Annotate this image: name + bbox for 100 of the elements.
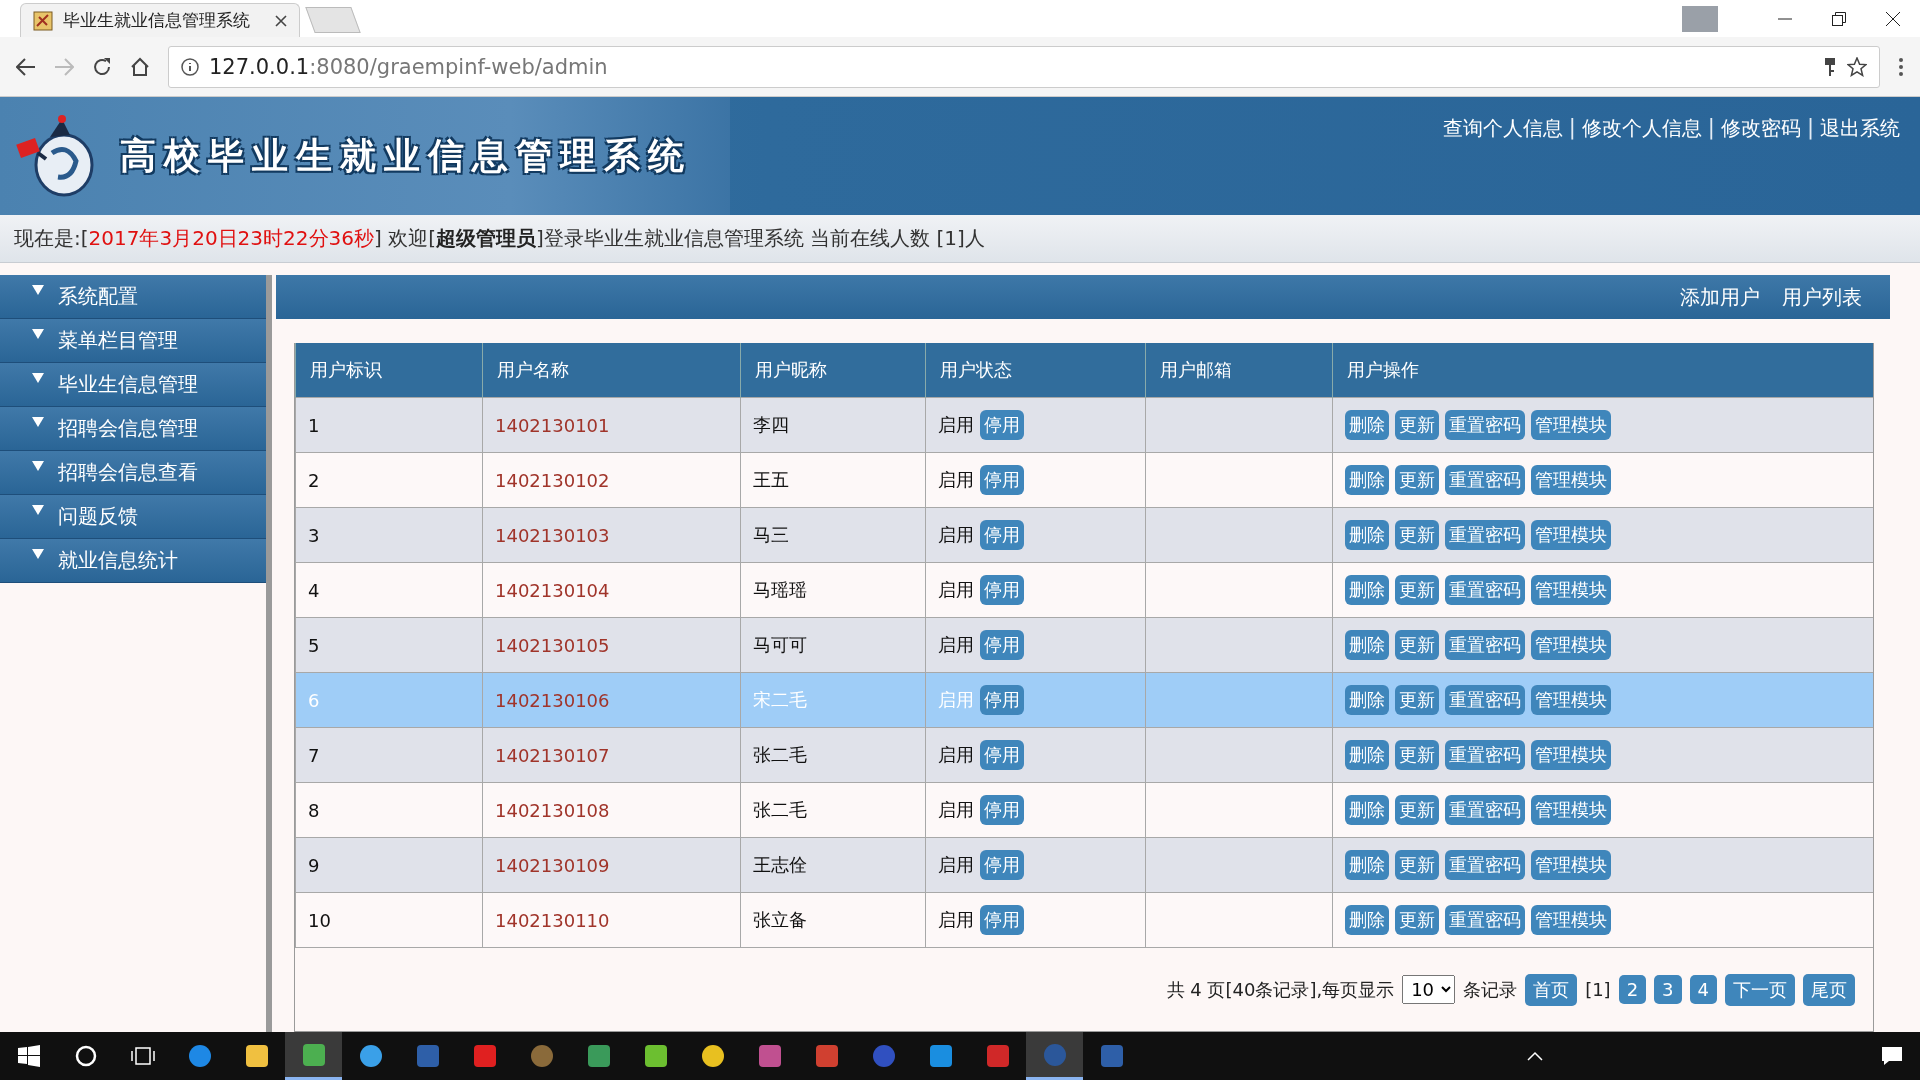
- disable-button[interactable]: 停用: [979, 465, 1024, 495]
- disable-button[interactable]: 停用: [979, 575, 1024, 605]
- username-link[interactable]: 1402130103: [495, 524, 610, 546]
- caret-icon[interactable]: [1526, 1051, 1543, 1061]
- disable-button[interactable]: 停用: [979, 410, 1024, 440]
- username-link[interactable]: 1402130106: [495, 689, 610, 711]
- action-button[interactable]: 管理模块: [1531, 465, 1611, 495]
- disable-button[interactable]: 停用: [979, 685, 1024, 715]
- action-button[interactable]: 更新: [1395, 850, 1439, 880]
- action-button[interactable]: 管理模块: [1531, 740, 1611, 770]
- action-button[interactable]: 更新: [1395, 630, 1439, 660]
- disable-button[interactable]: 停用: [979, 630, 1024, 660]
- notification-icon[interactable]: [1880, 1046, 1903, 1066]
- action-button[interactable]: 重置密码: [1445, 575, 1525, 605]
- action-button[interactable]: 重置密码: [1445, 630, 1525, 660]
- taskbar-button[interactable]: [1026, 1032, 1083, 1080]
- close-icon[interactable]: [1886, 11, 1900, 26]
- action-button[interactable]: 删除: [1345, 465, 1389, 495]
- action-button[interactable]: 更新: [1395, 520, 1439, 550]
- username-link[interactable]: 1402130108: [495, 799, 610, 821]
- star-icon[interactable]: [1847, 56, 1867, 77]
- action-button[interactable]: 更新: [1395, 575, 1439, 605]
- action-button[interactable]: 更新: [1395, 905, 1439, 935]
- disable-button[interactable]: 停用: [979, 740, 1024, 770]
- browser-tab[interactable]: 毕业生就业信息管理系统: [20, 3, 300, 37]
- disable-button[interactable]: 停用: [979, 520, 1024, 550]
- sidebar-item[interactable]: 菜单栏目管理: [0, 319, 266, 363]
- sidebar-item[interactable]: 系统配置: [0, 275, 266, 319]
- action-button[interactable]: 删除: [1345, 740, 1389, 770]
- username-link[interactable]: 1402130105: [495, 634, 610, 656]
- action-button[interactable]: 重置密码: [1445, 795, 1525, 825]
- action-button[interactable]: 删除: [1345, 850, 1389, 880]
- action-button[interactable]: 更新: [1395, 795, 1439, 825]
- restore-icon[interactable]: [1832, 11, 1846, 26]
- action-button[interactable]: 重置密码: [1445, 740, 1525, 770]
- action-button[interactable]: 删除: [1345, 905, 1389, 935]
- action-button[interactable]: 删除: [1345, 630, 1389, 660]
- action-button[interactable]: 重置密码: [1445, 905, 1525, 935]
- username-link[interactable]: 1402130104: [495, 579, 610, 601]
- header-link[interactable]: 修改个人信息: [1581, 115, 1702, 142]
- header-link[interactable]: 查询个人信息: [1442, 115, 1563, 142]
- disable-button[interactable]: 停用: [979, 905, 1024, 935]
- action-button[interactable]: 更新: [1395, 740, 1439, 770]
- sidebar-item[interactable]: 就业信息统计: [0, 539, 266, 583]
- header-link[interactable]: 修改密码: [1720, 115, 1801, 142]
- action-button[interactable]: 管理模块: [1531, 410, 1611, 440]
- page-size-select[interactable]: 10: [1402, 975, 1456, 1004]
- search-icon[interactable]: [74, 1045, 97, 1067]
- action-button[interactable]: 重置密码: [1445, 520, 1525, 550]
- action-button[interactable]: 管理模块: [1531, 520, 1611, 550]
- page-button[interactable]: 下一页: [1725, 973, 1795, 1006]
- sidebar-item[interactable]: 毕业生信息管理: [0, 363, 266, 407]
- close-icon[interactable]: [275, 14, 287, 27]
- sidebar-item[interactable]: 招聘会信息管理: [0, 407, 266, 451]
- windows-logo-icon[interactable]: [17, 1045, 40, 1067]
- action-button[interactable]: 重置密码: [1445, 685, 1525, 715]
- action-button[interactable]: 更新: [1395, 465, 1439, 495]
- username-link[interactable]: 1402130102: [495, 469, 610, 491]
- header-link[interactable]: 退出系统: [1820, 115, 1900, 142]
- username-link[interactable]: 1402130107: [495, 744, 610, 766]
- action-button[interactable]: 管理模块: [1531, 630, 1611, 660]
- page-button[interactable]: 首页: [1525, 973, 1578, 1006]
- username-link[interactable]: 1402130109: [495, 854, 610, 876]
- task-view-icon[interactable]: [129, 1046, 156, 1066]
- action-button[interactable]: 管理模块: [1531, 685, 1611, 715]
- menu-icon[interactable]: [1898, 56, 1904, 77]
- action-button[interactable]: 更新: [1395, 410, 1439, 440]
- action-button[interactable]: 删除: [1345, 795, 1389, 825]
- action-button[interactable]: 删除: [1345, 520, 1389, 550]
- sidebar-item[interactable]: 招聘会信息查看: [0, 451, 266, 495]
- page-button[interactable]: 4: [1689, 975, 1717, 1004]
- page-button[interactable]: 3: [1654, 975, 1682, 1004]
- disable-button[interactable]: 停用: [979, 795, 1024, 825]
- disable-button[interactable]: 停用: [979, 850, 1024, 880]
- action-button[interactable]: 重置密码: [1445, 850, 1525, 880]
- toolbar-link[interactable]: 用户列表: [1782, 283, 1862, 311]
- profile-icon[interactable]: [1682, 5, 1718, 32]
- action-button[interactable]: 管理模块: [1531, 795, 1611, 825]
- page-button[interactable]: 尾页: [1803, 973, 1855, 1006]
- back-icon[interactable]: [16, 57, 36, 76]
- toolbar-link[interactable]: 添加用户: [1680, 283, 1760, 311]
- action-button[interactable]: 删除: [1345, 410, 1389, 440]
- address-field[interactable]: 127.0.0.1:8080/graempinf-web/admin: [168, 45, 1880, 88]
- action-button[interactable]: 管理模块: [1531, 850, 1611, 880]
- action-button[interactable]: 重置密码: [1445, 410, 1525, 440]
- home-icon[interactable]: [130, 56, 150, 77]
- page-button[interactable]: 2: [1618, 975, 1647, 1004]
- pager-summary: 共 4 页[40条记录],每页显示: [1166, 977, 1395, 1002]
- action-button[interactable]: 更新: [1395, 685, 1439, 715]
- reload-icon[interactable]: [92, 56, 112, 77]
- action-button[interactable]: 删除: [1345, 685, 1389, 715]
- action-button[interactable]: 管理模块: [1531, 575, 1611, 605]
- key-icon[interactable]: [1823, 56, 1837, 77]
- action-button[interactable]: 删除: [1345, 575, 1389, 605]
- taskbar-button[interactable]: [285, 1032, 342, 1080]
- action-button[interactable]: 重置密码: [1445, 465, 1525, 495]
- action-button[interactable]: 管理模块: [1531, 905, 1611, 935]
- username-link[interactable]: 1402130101: [495, 414, 610, 436]
- sidebar-item[interactable]: 问题反馈: [0, 495, 266, 539]
- username-link[interactable]: 1402130110: [495, 909, 610, 931]
